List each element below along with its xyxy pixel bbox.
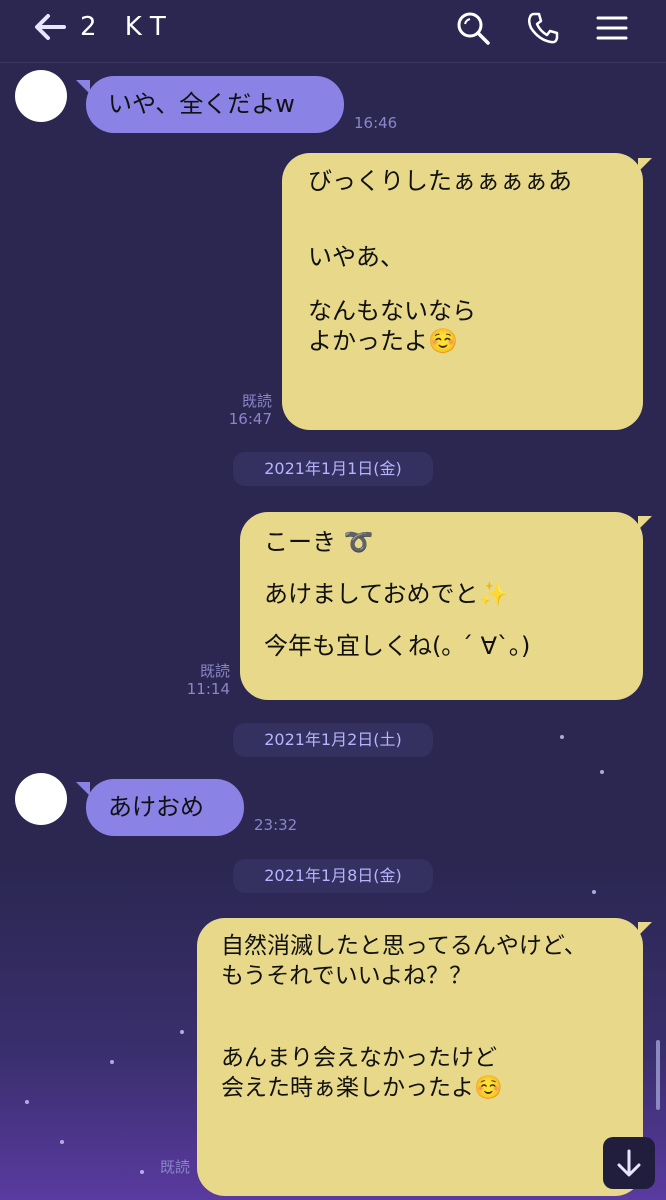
message-text <box>221 1017 619 1043</box>
read-receipt: 既読 <box>199 662 230 680</box>
read-receipt: 既読 <box>241 392 272 410</box>
message-text: 会えた時ぁ楽しかったよ☺️ <box>221 1075 503 1101</box>
message-text: 今年も宜しくね(｡ ´ ∀`｡) <box>264 632 531 660</box>
message-text: よかったよ☺️ <box>308 327 458 355</box>
message-time: 11:14 <box>186 680 230 698</box>
star-decoration <box>560 735 564 739</box>
star-decoration <box>25 1100 29 1104</box>
star-decoration <box>600 770 604 774</box>
search-button[interactable] <box>455 10 491 46</box>
star-decoration <box>110 1060 114 1064</box>
scroll-to-bottom-button[interactable] <box>603 1137 655 1189</box>
message-text: なんもないなら <box>308 297 476 325</box>
message-time: 23:32 <box>254 816 298 834</box>
star-decoration <box>60 1140 64 1144</box>
date-separator: 2021年1月8日(金) <box>233 859 433 893</box>
back-button[interactable] <box>30 10 70 44</box>
message-text <box>264 609 619 631</box>
message-text: びっくりしたぁぁぁぁあ <box>308 167 572 195</box>
message-bubble-outgoing[interactable]: びっくりしたぁぁぁぁあ いやあ、 なんもないなら よかったよ☺️ <box>282 153 643 430</box>
date-separator: 2021年1月2日(土) <box>233 723 433 757</box>
message-text: あけおめ <box>108 793 204 821</box>
message-time: 16:47 <box>228 410 272 428</box>
chat-header: 2 KT <box>0 0 666 63</box>
read-receipt: 既読 <box>159 1158 190 1176</box>
message-text: こーき ➰ <box>264 528 374 556</box>
message-bubble-incoming[interactable]: あけおめ <box>86 779 244 836</box>
scrollbar[interactable] <box>656 1040 660 1110</box>
message-text: あんまり会えなかったけど <box>221 1045 497 1071</box>
message-text: 自然消滅したと思ってるんやけど、 <box>221 933 587 959</box>
menu-icon <box>596 16 628 40</box>
message-text: あけましておめでと✨ <box>264 580 509 608</box>
message-text <box>308 196 617 242</box>
message-text <box>264 557 619 579</box>
star-decoration <box>180 1030 184 1034</box>
message-time: 16:46 <box>354 114 398 132</box>
arrow-left-icon <box>35 14 66 40</box>
star-decoration <box>592 890 596 894</box>
message-bubble-outgoing[interactable]: こーき ➰ あけましておめでと✨ 今年も宜しくね(｡ ´ ∀`｡) <box>240 512 643 700</box>
message-text <box>308 272 617 296</box>
call-button[interactable] <box>525 10 561 46</box>
menu-button[interactable] <box>594 10 630 46</box>
arrow-down-icon <box>617 1149 641 1177</box>
message-text: いやあ、 <box>308 243 404 271</box>
avatar[interactable] <box>15 70 67 122</box>
chat-title[interactable]: 2 KT <box>80 10 176 44</box>
message-text: もうそれでいいよね？？ <box>221 963 473 989</box>
message-text: いや、全くだよw <box>108 90 295 118</box>
message-text <box>221 991 619 1017</box>
avatar[interactable] <box>15 773 67 825</box>
phone-icon <box>527 12 559 44</box>
message-bubble-incoming[interactable]: いや、全くだよw <box>86 76 344 133</box>
search-icon <box>457 12 490 45</box>
message-bubble-outgoing[interactable]: 自然消滅したと思ってるんやけど、 もうそれでいいよね？？ あんまり会えなかったけ… <box>197 918 643 1196</box>
date-separator: 2021年1月1日(金) <box>233 452 433 486</box>
